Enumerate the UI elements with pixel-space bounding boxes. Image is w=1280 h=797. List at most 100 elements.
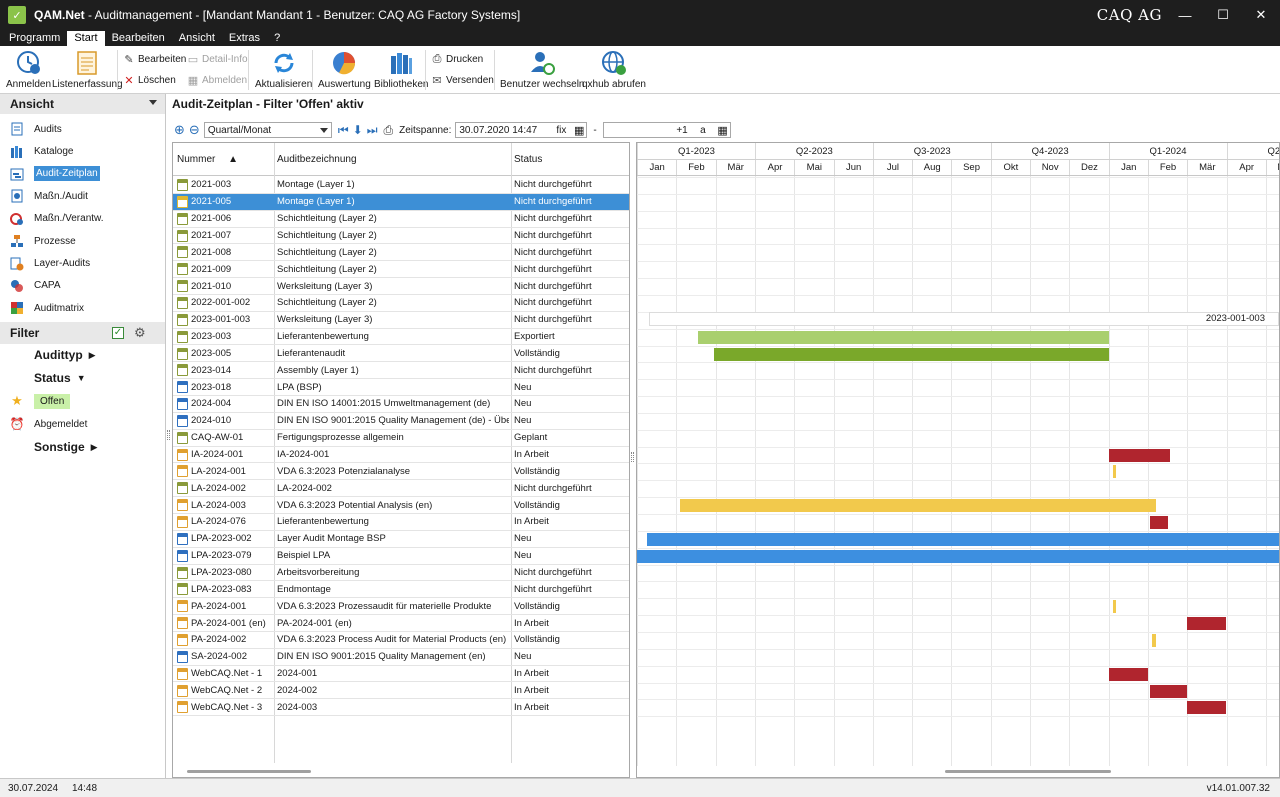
nav-audit-zeitplan[interactable]: Audit-Zeitplan	[0, 163, 165, 185]
printer-icon[interactable]: ⎙	[384, 123, 394, 138]
table-row[interactable]: 2023-001-003 Werksleitung (Layer 3) Nicht …	[173, 312, 629, 329]
horizontal-scrollbar[interactable]	[187, 770, 311, 773]
gantt-bar[interactable]	[697, 330, 1109, 344]
gantt-bar[interactable]	[1108, 448, 1170, 462]
table-row[interactable]: LA-2024-001 VDA 6.3:2023 Potenzialanalyse…	[173, 463, 629, 481]
filter-abgemeldet[interactable]: ⏰ Abgemeldet	[0, 413, 165, 436]
listenerfassung-button[interactable]: Listenerfassung	[52, 50, 123, 90]
close-button[interactable]: ✕	[1242, 0, 1280, 30]
menu-ansicht[interactable]: Ansicht	[172, 31, 222, 46]
table-row[interactable]: PA-2024-001 VDA 6.3:2023 Prozessaudit für…	[173, 598, 629, 616]
gantt-bar[interactable]	[1108, 667, 1148, 681]
nav-prozesse[interactable]: Prozesse	[0, 230, 165, 252]
first-icon[interactable]: ⏮	[338, 123, 349, 138]
nav-massn-audit[interactable]: Maßn./Audit	[0, 185, 165, 207]
gantt-bar[interactable]	[713, 347, 1109, 361]
qxhub-abrufen-button[interactable]: qxhub abrufen	[582, 50, 646, 90]
menu-help[interactable]: ?	[267, 31, 287, 46]
table-row[interactable]: 2023-018 LPA (BSP) Neu	[173, 379, 629, 397]
versenden-button[interactable]: ✉ Versenden	[430, 72, 493, 88]
table-row[interactable]: 2022-001-002 Schichtleitung (Layer 2) Nich…	[173, 295, 629, 312]
loeschen-button[interactable]: ✕ Löschen	[122, 72, 175, 88]
zoom-in-icon[interactable]: ⊕	[174, 122, 185, 138]
nav-kataloge[interactable]: Kataloge	[0, 140, 165, 162]
gantt-bar[interactable]	[646, 532, 1279, 546]
bibliotheken-button[interactable]: Bibliotheken	[374, 50, 428, 90]
table-row[interactable]: 2021-009 Schichtleitung (Layer 2) Nicht du…	[173, 261, 629, 279]
table-row[interactable]: 2023-005 Lieferantenaudit Vollständig	[173, 346, 629, 363]
table-row[interactable]: LPA-2023-083 Endmontage Nicht durchgeführt	[173, 581, 629, 599]
menu-programm[interactable]: Programm	[2, 31, 67, 46]
minimize-button[interactable]: —	[1166, 0, 1204, 30]
date-from-field[interactable]: 30.07.2020 14:47 fix ▦	[455, 122, 588, 138]
gantt-bar[interactable]	[1187, 617, 1227, 631]
gantt-bar[interactable]	[1149, 516, 1168, 529]
gantt-bar[interactable]	[1112, 600, 1117, 614]
nav-audits[interactable]: Audits	[0, 118, 165, 140]
zoom-out-icon[interactable]: ⊖	[189, 122, 200, 138]
detail-info-button[interactable]: ▭ Detail-Info	[186, 51, 248, 67]
calendar-icon[interactable]: ▦	[717, 124, 727, 137]
gantt-bar[interactable]	[1112, 465, 1117, 479]
table-row[interactable]: 2023-014 Assembly (Layer 1) Nicht durchgef…	[173, 362, 629, 380]
nav-layer-audits[interactable]: Layer-Audits	[0, 252, 165, 274]
nav-massn-verantw[interactable]: Maßn./Verantw.	[0, 208, 165, 230]
col-status[interactable]: Status	[514, 154, 542, 165]
benutzer-wechseln-button[interactable]: Benutzer wechseln	[500, 50, 585, 90]
table-row[interactable]: LA-2024-076 Lieferantenbewertung In Arbeit	[173, 514, 629, 531]
table-row[interactable]: CAQ-AW-01 Fertigungsprozesse allgemein Gep…	[173, 430, 629, 447]
bearbeiten-button[interactable]: ✎ Bearbeiten	[122, 51, 186, 67]
gantt-bar[interactable]	[680, 499, 1156, 513]
gantt-bar[interactable]	[1187, 701, 1227, 715]
date-to-field[interactable]: +1 a ▦	[602, 122, 731, 138]
table-row[interactable]: LA-2024-002 LA-2024-002 Nicht durchgeführt	[173, 480, 629, 498]
table-row[interactable]: 2021-008 Schichtleitung (Layer 2) Nicht du…	[173, 244, 629, 262]
filter-active-checkbox[interactable]: ✓	[112, 326, 124, 339]
table-row[interactable]: 2024-004 DIN EN ISO 14001:2015 Umweltmana…	[173, 396, 629, 413]
table-row[interactable]: 2024-010 DIN EN ISO 9001:2015 Quality Man…	[173, 413, 629, 430]
splitter-handle[interactable]	[167, 430, 170, 440]
today-icon[interactable]: ⬇	[353, 123, 363, 137]
table-row[interactable]: 2021-006 Schichtleitung (Layer 2) Nicht du…	[173, 211, 629, 228]
table-row[interactable]: LPA-2023-002 Layer Audit Montage BSP Neu	[173, 531, 629, 548]
last-icon[interactable]: ⏭	[367, 123, 378, 138]
table-row[interactable]: PA-2024-002 VDA 6.3:2023 Process Audit fo…	[173, 632, 629, 649]
table-row[interactable]: WebCAQ.Net - 2 2024-002 In Arbeit	[173, 683, 629, 700]
splitter-handle[interactable]	[631, 452, 634, 462]
auswertung-button[interactable]: Auswertung	[318, 50, 371, 90]
menu-start[interactable]: Start	[67, 31, 105, 46]
gantt-bar[interactable]	[637, 549, 1279, 563]
table-row[interactable]: 2021-010 Werksleitung (Layer 3) Nicht durc…	[173, 278, 629, 295]
filter-audittyp[interactable]: Audittyp ▶	[0, 344, 165, 367]
table-row[interactable]: WebCAQ.Net - 3 2024-003 In Arbeit	[173, 699, 629, 717]
col-nummer[interactable]: Nummer ▲	[177, 154, 238, 165]
gantt-bar[interactable]	[1149, 684, 1188, 698]
maximize-button[interactable]: ☐	[1204, 0, 1242, 30]
anmelden-button[interactable]: Anmelden	[6, 50, 51, 90]
table-row[interactable]: LPA-2023-080 Arbeitsvorbereitung Nicht dur…	[173, 565, 629, 582]
drucken-button[interactable]: ⎙ Drucken	[430, 51, 484, 67]
horizontal-scrollbar[interactable]	[945, 770, 1111, 773]
table-row[interactable]: IA-2024-001 IA-2024-001 In Arbeit	[173, 447, 629, 464]
table-row[interactable]: LA-2024-003 VDA 6.3:2023 Potential Analys…	[173, 497, 629, 514]
nav-capa[interactable]: CAPA	[0, 275, 165, 297]
col-auditbezeichnung[interactable]: Auditbezeichnung	[277, 154, 357, 165]
scale-select[interactable]: Quartal/Monat	[203, 122, 332, 138]
table-row[interactable]: SA-2024-002 DIN EN ISO 9001:2015 Quality …	[173, 649, 629, 666]
nav-auditmatrix[interactable]: Auditmatrix	[0, 297, 165, 319]
menu-bearbeiten[interactable]: Bearbeiten	[105, 31, 172, 46]
table-row[interactable]: 2023-003 Lieferantenbewertung Exportiert	[173, 329, 629, 346]
table-row[interactable]: PA-2024-001 (en) PA-2024-001 (en) In Arbei…	[173, 615, 629, 632]
filter-offen[interactable]: ★ Offen	[0, 390, 165, 413]
menu-extras[interactable]: Extras	[222, 31, 267, 46]
gear-icon[interactable]: ⚙	[134, 325, 146, 341]
ansicht-header[interactable]: Ansicht	[0, 94, 165, 114]
table-row[interactable]: 2021-005 Montage (Layer 1) Nicht durchgefü…	[173, 193, 629, 211]
table-row[interactable]: 2021-007 Schichtleitung (Layer 2) Nicht du…	[173, 228, 629, 245]
filter-sonstige[interactable]: Sonstige ▶	[0, 436, 165, 459]
table-row[interactable]: 2021-003 Montage (Layer 1) Nicht durchgefü…	[173, 177, 629, 194]
table-row[interactable]: LPA-2023-079 Beispiel LPA Neu	[173, 548, 629, 565]
abmelden-button[interactable]: ▦ Abmelden	[186, 72, 247, 88]
gantt-bar[interactable]	[1151, 633, 1156, 647]
filter-status[interactable]: Status ▼	[0, 367, 165, 390]
